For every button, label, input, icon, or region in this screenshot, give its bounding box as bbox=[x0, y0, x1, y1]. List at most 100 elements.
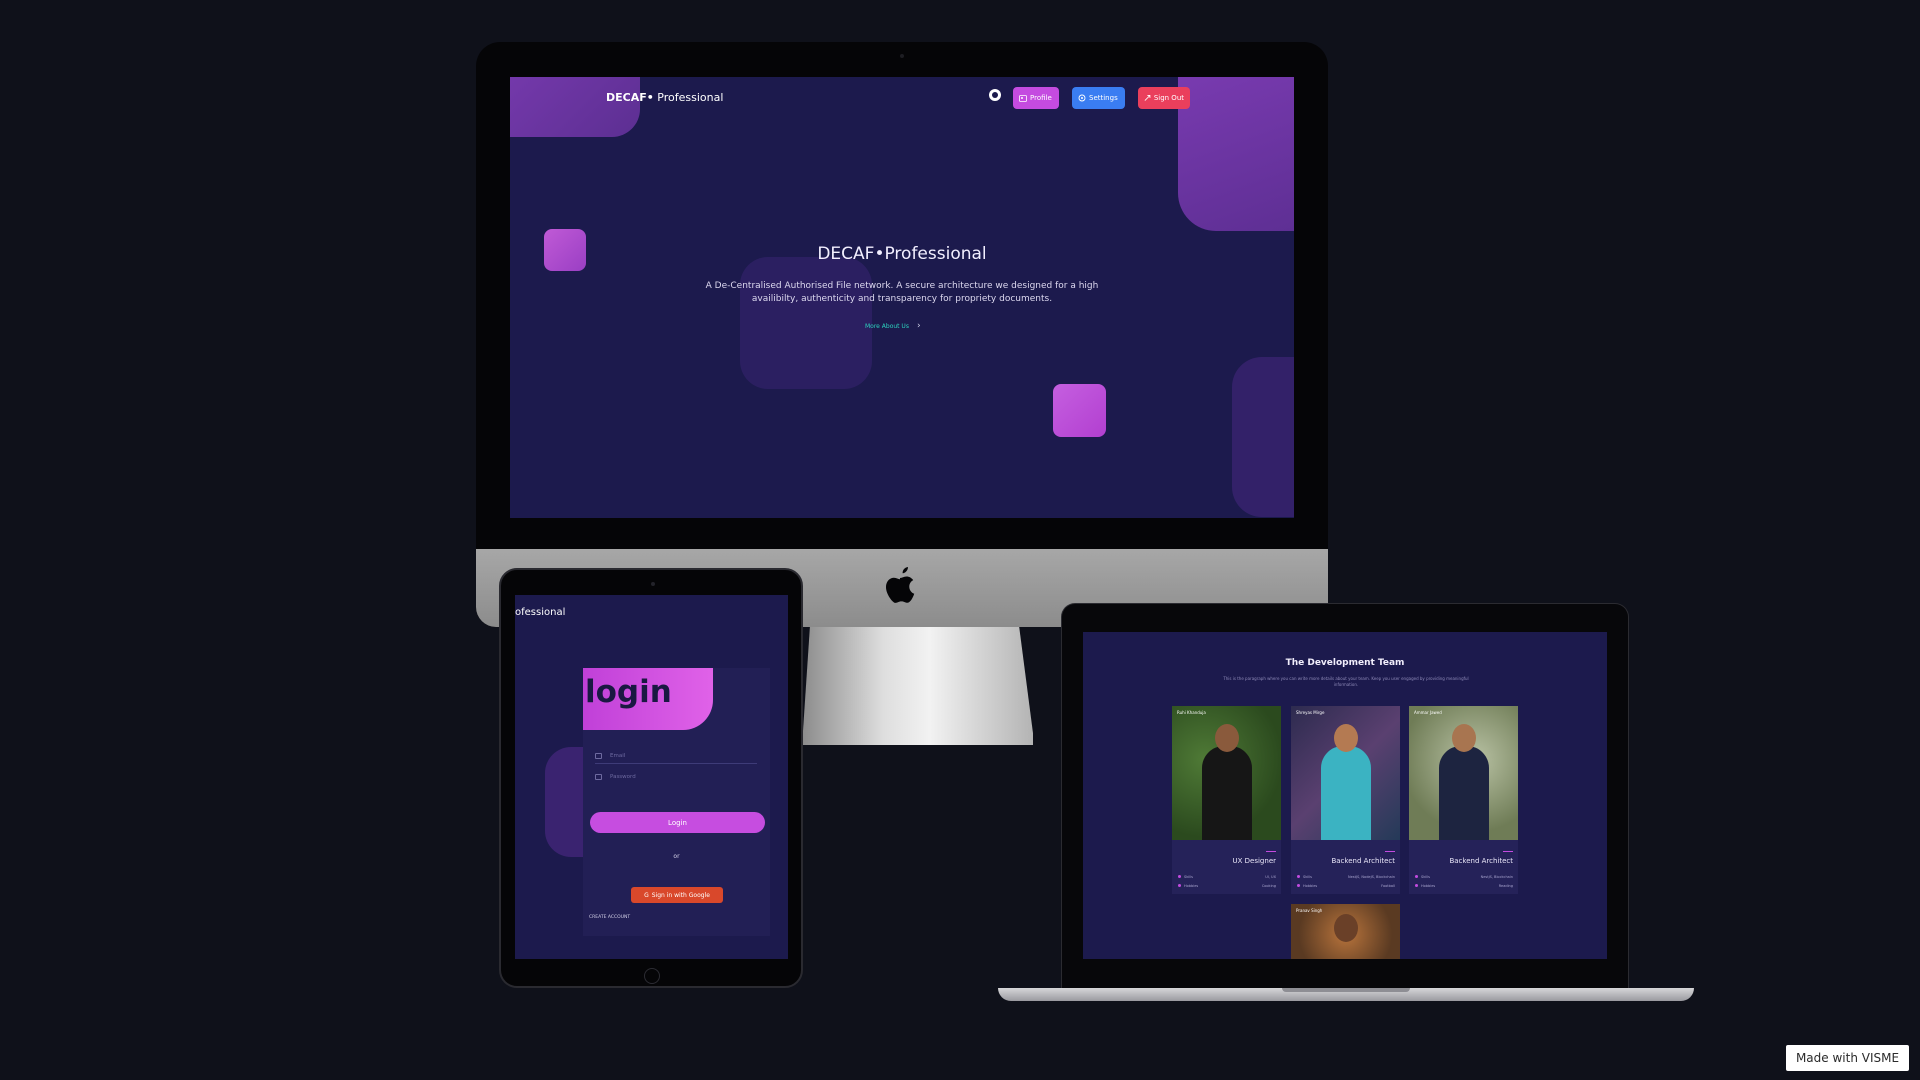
team-member-card[interactable]: Ruhi Khanduja UX Designer Skills UI, UX H… bbox=[1172, 706, 1281, 894]
hobbies-value: Football bbox=[1381, 884, 1395, 888]
profile-label: Profile bbox=[1030, 94, 1052, 102]
person-body bbox=[1202, 746, 1252, 840]
skills-icon bbox=[1178, 875, 1181, 878]
login-button[interactable]: Login bbox=[590, 812, 765, 833]
password-placeholder: Password bbox=[610, 774, 636, 780]
person-body bbox=[1439, 746, 1489, 840]
sign-out-icon bbox=[1144, 95, 1151, 101]
imac-stand bbox=[803, 627, 1033, 745]
team-member-card[interactable]: Ammar Jawed Backend Architect Skills Nest… bbox=[1409, 706, 1518, 894]
made-with-visme-badge[interactable]: Made with VISME bbox=[1786, 1045, 1909, 1071]
member-hobbies: Hobbies Reading bbox=[1415, 884, 1513, 888]
skills-label: Skills bbox=[1421, 875, 1430, 879]
hero-description: A De-Centralised Authorised File network… bbox=[705, 281, 1099, 304]
chevron-right-icon: › bbox=[916, 321, 921, 331]
home-button-icon bbox=[644, 968, 660, 984]
password-field[interactable]: Password bbox=[595, 769, 757, 785]
login-header: login bbox=[583, 668, 713, 730]
lock-icon bbox=[595, 774, 602, 780]
person-head bbox=[1452, 724, 1476, 752]
more-about-us-label: More About Us bbox=[865, 322, 909, 330]
person-body bbox=[1321, 746, 1371, 840]
brand-bold: DECAF• bbox=[606, 91, 654, 104]
skills-icon bbox=[1297, 875, 1300, 878]
skills-value: NestJS, NodeJS, Blockchain bbox=[1347, 875, 1395, 879]
member-skills: Skills NestJS, NodeJS, Blockchain bbox=[1297, 875, 1395, 879]
hobbies-value: Reading bbox=[1498, 884, 1513, 888]
hobbies-label: Hobbies bbox=[1184, 884, 1199, 888]
decor-square bbox=[1053, 384, 1106, 437]
google-icon: G bbox=[644, 891, 649, 899]
member-hobbies: Hobbies Cooking bbox=[1178, 884, 1276, 888]
decor-shape bbox=[1178, 77, 1294, 231]
settings-label: Settings bbox=[1089, 94, 1118, 102]
member-photo: Shreyas Mirge bbox=[1291, 706, 1400, 840]
member-hobbies: Hobbies Football bbox=[1297, 884, 1395, 888]
hobbies-icon bbox=[1297, 884, 1300, 887]
sign-out-label: Sign Out bbox=[1153, 94, 1184, 102]
person-head bbox=[1215, 724, 1239, 752]
hobbies-label: Hobbies bbox=[1303, 884, 1318, 888]
google-sign-in-button[interactable]: G Sign in with Google bbox=[631, 887, 723, 903]
skills-value: NestJS, Blockchain bbox=[1480, 875, 1513, 879]
member-skills: Skills NestJS, Blockchain bbox=[1415, 875, 1513, 879]
tablet-screen: ofessional login Email Password Login or… bbox=[515, 595, 788, 959]
create-account-link[interactable]: CREATE ACCOUNT bbox=[589, 915, 630, 920]
skills-icon bbox=[1415, 875, 1418, 878]
hobbies-icon bbox=[1415, 884, 1418, 887]
laptop-notch bbox=[1282, 988, 1410, 992]
member-name: Shreyas Mirge bbox=[1296, 710, 1325, 715]
member-skills: Skills UI, UX bbox=[1178, 875, 1276, 879]
hobbies-icon bbox=[1178, 884, 1181, 887]
login-title: login bbox=[585, 674, 672, 710]
or-divider: or bbox=[673, 853, 680, 860]
brand-light: Professional bbox=[653, 91, 724, 104]
email-placeholder: Email bbox=[610, 752, 626, 759]
laptop-screen: The Development Team This is the paragra… bbox=[1083, 632, 1607, 959]
member-photo: Ammar Jawed bbox=[1409, 706, 1518, 840]
hero-title: DECAF•Professional bbox=[817, 244, 987, 264]
accent-line bbox=[1266, 851, 1276, 852]
skills-label: Skills bbox=[1303, 875, 1312, 879]
email-field[interactable]: Email bbox=[595, 748, 757, 764]
skills-value: UI, UX bbox=[1265, 875, 1276, 879]
profile-button[interactable]: Profile bbox=[1013, 87, 1059, 109]
github-icon[interactable] bbox=[989, 89, 1001, 101]
team-title: The Development Team bbox=[1285, 658, 1405, 668]
accent-line bbox=[1503, 851, 1513, 852]
member-photo: Pranav Singh bbox=[1291, 904, 1400, 959]
tablet-brand: ofessional bbox=[515, 607, 566, 618]
skills-label: Skills bbox=[1184, 875, 1193, 879]
camera-icon bbox=[651, 582, 655, 586]
hobbies-label: Hobbies bbox=[1421, 884, 1436, 888]
mail-icon bbox=[595, 752, 602, 759]
person-head bbox=[1334, 724, 1358, 752]
person-head bbox=[1334, 914, 1358, 942]
team-member-card[interactable]: Pranav Singh bbox=[1291, 904, 1400, 959]
team-subtitle: This is the paragraph where you can writ… bbox=[1223, 676, 1469, 687]
hobbies-value: Cooking bbox=[1261, 884, 1276, 888]
team-member-card[interactable]: Shreyas Mirge Backend Architect Skills Ne… bbox=[1291, 706, 1400, 894]
member-name: Pranav Singh bbox=[1296, 908, 1323, 913]
member-name: Ammar Jawed bbox=[1414, 710, 1442, 715]
settings-button[interactable]: Settings bbox=[1072, 87, 1125, 109]
member-role: Backend Architect bbox=[1331, 857, 1395, 865]
more-about-us-link[interactable]: More About Us › bbox=[865, 321, 921, 331]
decor-shape bbox=[740, 257, 872, 389]
sign-out-button[interactable]: Sign Out bbox=[1138, 87, 1190, 109]
member-name: Ruhi Khanduja bbox=[1177, 710, 1206, 715]
decor-shape bbox=[510, 77, 640, 137]
gear-icon bbox=[1078, 94, 1086, 102]
decor-shape bbox=[1232, 357, 1294, 517]
member-role: Backend Architect bbox=[1449, 857, 1513, 865]
accent-line bbox=[1385, 851, 1395, 852]
login-card: login Email Password Login or G Sign in … bbox=[583, 668, 770, 936]
google-sign-in-label: Sign in with Google bbox=[651, 891, 710, 899]
camera-icon bbox=[900, 54, 904, 58]
member-photo: Ruhi Khanduja bbox=[1172, 706, 1281, 840]
nav-brand[interactable]: DECAF• Professional bbox=[606, 91, 723, 104]
member-role: UX Designer bbox=[1232, 857, 1277, 865]
apple-logo-icon bbox=[886, 567, 915, 603]
profile-icon bbox=[1019, 94, 1027, 102]
desktop-screen: DECAF• Professional Profile Settings Sig… bbox=[510, 77, 1294, 518]
